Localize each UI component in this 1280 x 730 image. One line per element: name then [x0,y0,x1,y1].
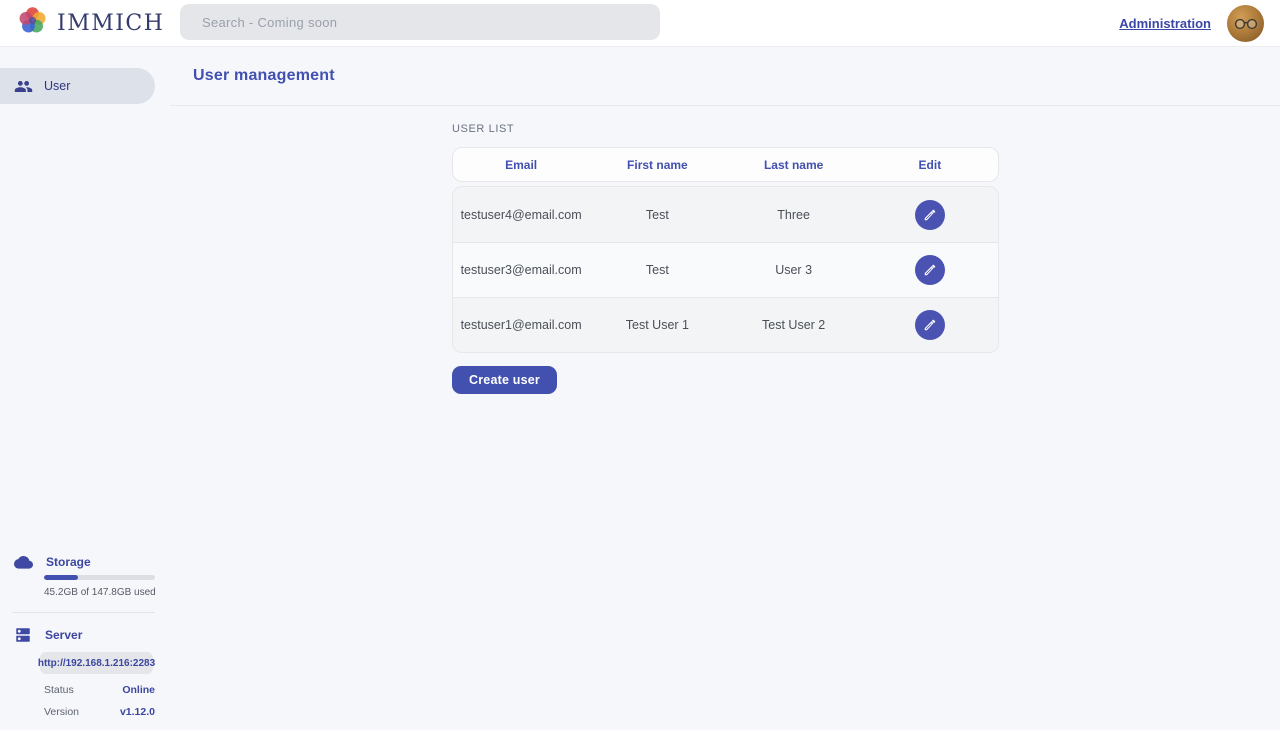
cell-first-name: Test User 1 [589,318,725,332]
page-title: User management [193,67,335,85]
storage-progress-bar [44,575,155,580]
brand-name: IMMICH [57,11,164,36]
cloud-icon [14,554,33,569]
sidebar-divider [12,612,155,613]
section-title: USER LIST [452,123,999,135]
page-header: User management [170,47,1280,106]
sidebar-item-label: User [44,79,70,93]
version-value: v1.12.0 [120,706,155,718]
status-label: Status [44,684,74,696]
edit-user-button[interactable] [915,255,945,285]
storage-progress-fill [44,575,78,580]
column-header-first-name: First name [589,158,725,172]
column-header-last-name: Last name [726,158,862,172]
admin-sidebar: User Storage 45.2GB of 147.8GB used Serv… [0,47,170,730]
search-bar [180,4,660,40]
server-version-row: Version v1.12.0 [44,706,155,718]
search-input[interactable] [180,4,660,40]
status-value: Online [122,684,155,696]
server-title: Server [45,628,82,642]
sidebar-item-user[interactable]: User [0,68,155,104]
server-status-row: Status Online [44,684,155,696]
storage-title: Storage [46,555,91,569]
immich-logo[interactable]: IMMICH [16,4,164,42]
edit-user-button[interactable] [915,200,945,230]
cell-last-name: Test User 2 [726,318,862,332]
cell-last-name: User 3 [726,263,862,277]
cell-last-name: Three [726,208,862,222]
table-row: testuser3@email.com Test User 3 [453,242,998,297]
pencil-icon [923,263,937,277]
server-url-badge: http://192.168.1.216:2283 [40,652,153,674]
main-content: User management USER LIST Email First na… [170,47,1280,730]
edit-user-button[interactable] [915,310,945,340]
immich-flower-icon [16,4,49,42]
cell-email: testuser1@email.com [453,318,589,332]
cell-email: testuser3@email.com [453,263,589,277]
version-label: Version [44,706,79,718]
storage-usage-text: 45.2GB of 147.8GB used [44,587,170,598]
users-icon [14,77,33,96]
user-table-header: Email First name Last name Edit [452,147,999,182]
cell-first-name: Test [589,208,725,222]
table-row: testuser4@email.com Test Three [453,187,998,242]
create-user-button[interactable]: Create user [452,366,557,394]
column-header-email: Email [453,158,589,172]
user-table: testuser4@email.com Test Three testuser3… [452,186,999,353]
pencil-icon [923,318,937,332]
column-header-edit: Edit [862,158,998,172]
cell-email: testuser4@email.com [453,208,589,222]
server-icon [14,626,32,644]
table-row: testuser1@email.com Test User 1 Test Use… [453,297,998,352]
top-navbar: IMMICH Administration [0,0,1280,47]
pencil-icon [923,208,937,222]
cell-first-name: Test [589,263,725,277]
user-avatar[interactable] [1227,5,1264,42]
glasses-icon [1234,18,1258,30]
administration-link[interactable]: Administration [1119,16,1211,31]
sidebar-status-panel: Storage 45.2GB of 147.8GB used Server ht… [0,554,170,730]
